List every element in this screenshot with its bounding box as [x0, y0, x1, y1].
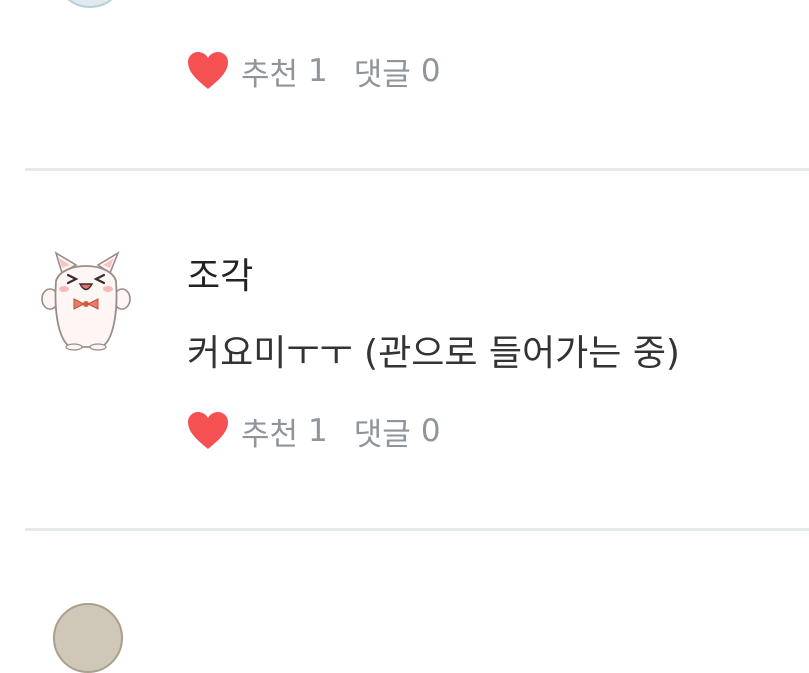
heart-icon[interactable] [186, 409, 230, 453]
like-label[interactable]: 추천 [241, 49, 298, 94]
avatar[interactable] [55, 0, 125, 8]
post-author[interactable]: 조각 [187, 247, 253, 299]
post-content[interactable]: 커요미ㅜㅜ (관으로 들어가는 중) [187, 324, 680, 376]
post-meta: 추천 1 댓글 0 [186, 49, 441, 93]
post-item[interactable]: 조각 커요미ㅜㅜ (관으로 들어가는 중) 추천 1 댓글 0 [0, 171, 809, 529]
comment-label[interactable]: 댓글 [354, 409, 411, 454]
like-count: 1 [308, 413, 328, 449]
post-item[interactable]: 추천 1 댓글 0 [0, 0, 809, 170]
post-item[interactable] [0, 531, 809, 673]
like-label[interactable]: 추천 [241, 409, 298, 454]
post-meta: 추천 1 댓글 0 [186, 409, 441, 453]
like-count: 1 [308, 53, 328, 89]
cat-avatar-icon [41, 251, 131, 351]
comment-count: 0 [420, 53, 441, 89]
comment-count: 0 [420, 413, 441, 449]
avatar[interactable] [40, 251, 132, 351]
heart-icon[interactable] [186, 49, 230, 93]
avatar[interactable] [53, 603, 123, 673]
comment-label[interactable]: 댓글 [354, 49, 411, 94]
